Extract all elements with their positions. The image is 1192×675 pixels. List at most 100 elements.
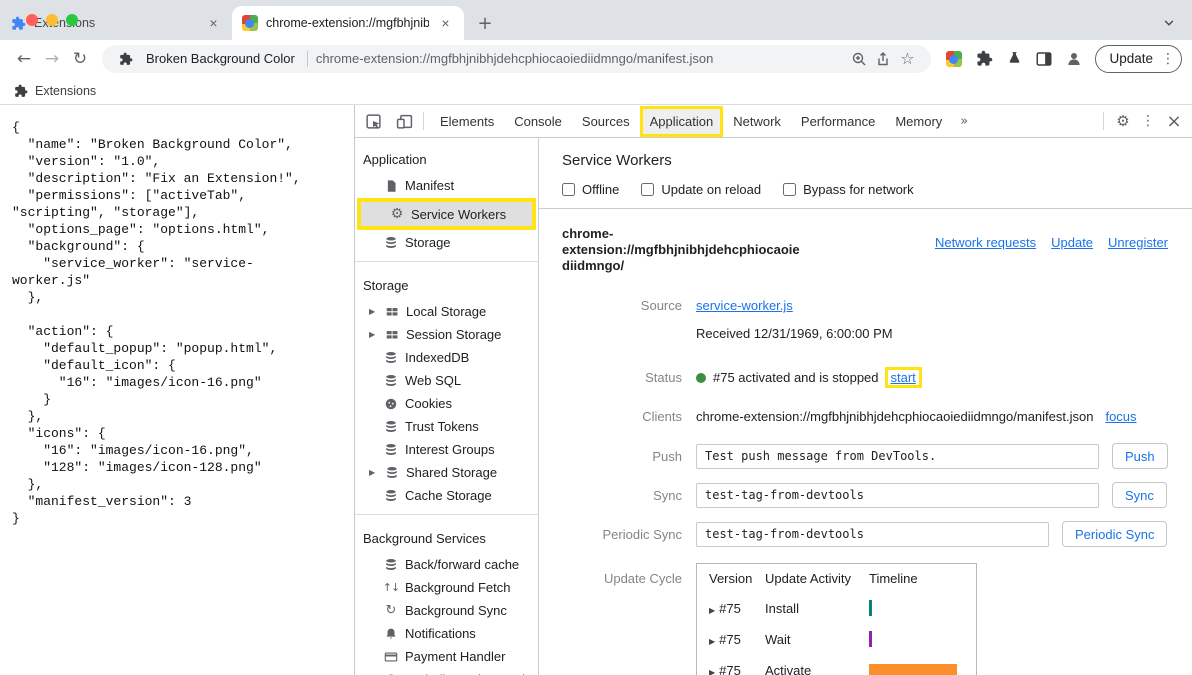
side-panel-icon[interactable]: [1031, 46, 1057, 72]
share-icon[interactable]: [871, 47, 895, 71]
avatar-icon[interactable]: [1061, 46, 1087, 72]
browser-toolbar: ← → ↻ Broken Background Color chrome-ext…: [0, 40, 1192, 77]
update-link[interactable]: Update: [1051, 235, 1093, 250]
bookmark-star-icon[interactable]: ☆: [895, 47, 919, 71]
file-icon: [383, 178, 399, 194]
table-row-install[interactable]: ▶#75 Install: [709, 599, 976, 617]
expander-icon[interactable]: ▶: [709, 637, 715, 646]
table-row-wait[interactable]: ▶#75 Wait: [709, 630, 976, 648]
bookmarks-bar: Extensions: [0, 77, 1192, 105]
push-button[interactable]: Push: [1112, 443, 1168, 469]
expander-icon[interactable]: ▶: [369, 468, 378, 477]
toolbar-divider: [423, 112, 424, 130]
extensions-puzzle-icon[interactable]: [971, 46, 997, 72]
update-on-reload-checkbox[interactable]: Update on reload: [641, 182, 761, 197]
address-bar[interactable]: Broken Background Color chrome-extension…: [102, 45, 931, 73]
devtools-tab-memory[interactable]: Memory: [885, 105, 952, 138]
checkbox-icon[interactable]: [641, 183, 654, 196]
sidebar-item-trust-tokens[interactable]: Trust Tokens: [355, 415, 538, 438]
checkbox-icon[interactable]: [783, 183, 796, 196]
update-chrome-button[interactable]: Update ⋮: [1095, 45, 1182, 73]
table-row-activate[interactable]: ▶#75 Activate: [709, 661, 976, 675]
sync-input[interactable]: [696, 483, 1099, 508]
close-icon[interactable]: ×: [437, 15, 454, 32]
sync-button[interactable]: Sync: [1112, 482, 1167, 508]
sidebar-item-local-storage[interactable]: ▶ Local Storage: [355, 300, 538, 323]
periodic-sync-button[interactable]: Periodic Sync: [1062, 521, 1167, 547]
sidebar-item-interest-groups[interactable]: Interest Groups: [355, 438, 538, 461]
sidebar-item-label: Trust Tokens: [405, 419, 479, 434]
expander-icon[interactable]: ▶: [369, 330, 378, 339]
tab-chrome-extension[interactable]: chrome-extension://mgfbhjnibh ×: [232, 6, 464, 40]
checkbox-icon[interactable]: [562, 183, 575, 196]
update-cycle-label: Update Cycle: [539, 563, 682, 586]
more-tabs-icon[interactable]: »: [952, 114, 976, 129]
periodic-sync-row: Periodic Sync Periodic Sync: [539, 521, 1192, 547]
inspect-element-icon[interactable]: [360, 108, 386, 134]
unregister-link[interactable]: Unregister: [1108, 235, 1168, 250]
forward-icon[interactable]: →: [38, 45, 66, 73]
sidebar-item-service-workers[interactable]: ⚙ Service Workers: [361, 202, 532, 226]
sidebar-section-storage: Storage: [355, 269, 538, 300]
flask-icon[interactable]: [1001, 46, 1027, 72]
table-icon: [384, 304, 400, 320]
sidebar-item-manifest[interactable]: Manifest: [355, 174, 538, 197]
devtools-tab-application[interactable]: Application: [640, 106, 724, 137]
devtools-close-icon[interactable]: ×: [1160, 111, 1188, 132]
extension-name-label: Broken Background Color: [146, 51, 295, 66]
periodic-sync-input[interactable]: [696, 522, 1049, 547]
devtools-tab-network[interactable]: Network: [723, 105, 791, 138]
sidebar-item-background-fetch[interactable]: ↑↓ Background Fetch: [355, 576, 538, 599]
devtools-tab-sources[interactable]: Sources: [572, 105, 640, 138]
device-toolbar-icon[interactable]: [391, 108, 417, 134]
sidebar-item-cache-storage[interactable]: Cache Storage: [355, 484, 538, 507]
source-file-link[interactable]: service-worker.js: [696, 298, 793, 313]
sidebar-item-notifications[interactable]: Notifications: [355, 622, 538, 645]
sidebar-item-payment-handler[interactable]: Payment Handler: [355, 645, 538, 668]
push-row: Push Push: [539, 443, 1192, 469]
worker-links: Network requests Update Unregister: [935, 226, 1168, 250]
reload-icon[interactable]: ↻: [66, 45, 94, 73]
sidebar-item-shared-storage[interactable]: ▶ Shared Storage: [355, 461, 538, 484]
client-url: chrome-extension://mgfbhjnibhjdehcphioca…: [696, 409, 1093, 424]
sidebar-item-back-forward-cache[interactable]: Back/forward cache: [355, 553, 538, 576]
database-icon: [384, 465, 400, 481]
sidebar-item-indexeddb[interactable]: IndexedDB: [355, 346, 538, 369]
sidebar-item-storage[interactable]: Storage: [355, 231, 538, 254]
sidebar-item-session-storage[interactable]: ▶ Session Storage: [355, 323, 538, 346]
push-input[interactable]: [696, 444, 1099, 469]
sidebar-item-background-sync[interactable]: ↻ Background Sync: [355, 599, 538, 622]
start-link[interactable]: start: [891, 370, 916, 385]
bookmark-extensions[interactable]: Extensions: [14, 84, 96, 98]
sidebar-item-web-sql[interactable]: Web SQL: [355, 369, 538, 392]
network-requests-link[interactable]: Network requests: [935, 235, 1036, 250]
back-icon[interactable]: ←: [10, 45, 38, 73]
column-header-timeline: Timeline: [869, 571, 918, 586]
bypass-for-network-checkbox[interactable]: Bypass for network: [783, 182, 914, 197]
expander-icon[interactable]: ▶: [709, 606, 715, 615]
minimize-window-button[interactable]: [46, 14, 58, 26]
new-tab-button[interactable]: +: [472, 10, 498, 36]
settings-gear-icon[interactable]: ⚙: [1110, 112, 1136, 130]
focus-link[interactable]: focus: [1105, 409, 1136, 424]
up-down-arrows-icon: ↑↓: [383, 580, 399, 596]
extension-favicon-icon: [242, 15, 258, 31]
close-window-button[interactable]: [26, 14, 38, 26]
expander-icon[interactable]: ▶: [709, 668, 715, 675]
sidebar-item-label: Web SQL: [405, 373, 461, 388]
sidebar-item-periodic-background-sync[interactable]: Periodic Background Sync: [355, 668, 538, 675]
devtools-tab-console[interactable]: Console: [504, 105, 572, 138]
zoom-window-button[interactable]: [66, 14, 78, 26]
devtools-tab-elements[interactable]: Elements: [430, 105, 504, 138]
expander-icon[interactable]: ▶: [369, 307, 378, 316]
sidebar-item-cookies[interactable]: Cookies: [355, 392, 538, 415]
extension-action-icon[interactable]: [941, 46, 967, 72]
version-cell: #75: [719, 663, 741, 675]
devtools-tab-performance[interactable]: Performance: [791, 105, 885, 138]
offline-checkbox[interactable]: Offline: [562, 182, 619, 197]
kebab-menu-icon[interactable]: ⋮: [1161, 51, 1175, 67]
devtools-kebab-menu-icon[interactable]: ⋮: [1136, 113, 1160, 129]
zoom-icon[interactable]: [847, 47, 871, 71]
close-icon[interactable]: ×: [205, 15, 222, 32]
chevron-down-icon[interactable]: [1162, 16, 1176, 30]
